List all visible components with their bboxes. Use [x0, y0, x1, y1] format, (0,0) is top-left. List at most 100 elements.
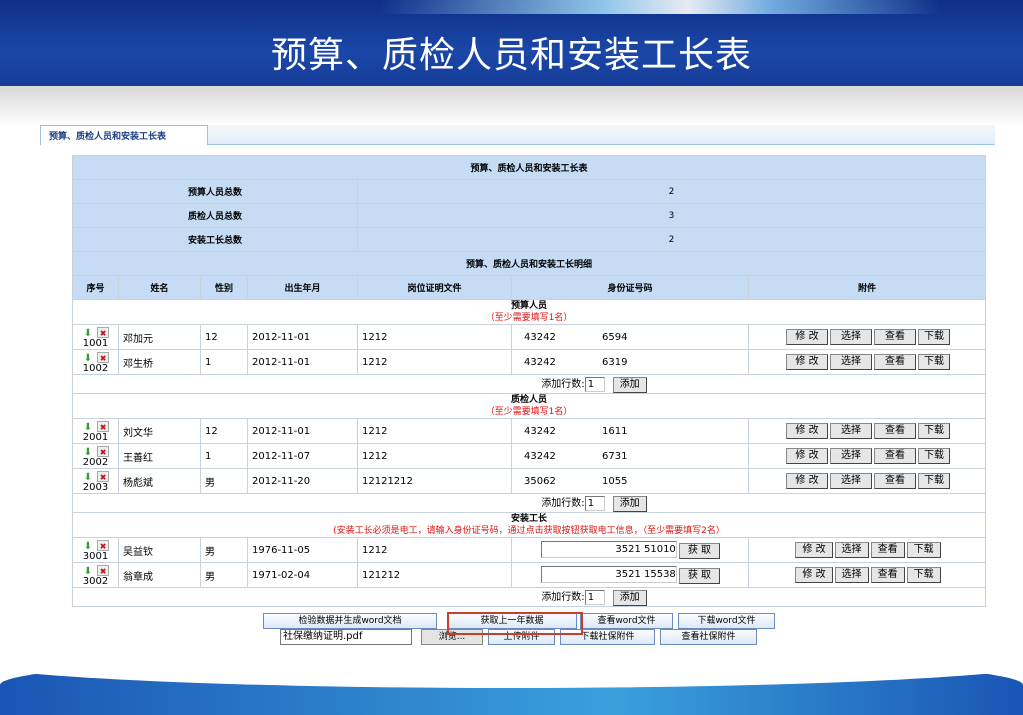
- gender-cell: 男: [200, 468, 248, 494]
- attachment-cell: 修 改选择 查看 下载: [747, 562, 987, 588]
- modify-button[interactable]: 修 改: [786, 354, 828, 370]
- modify-button[interactable]: 修 改: [786, 329, 828, 345]
- section-header: 预算人员 （至少需要填写1名）: [71, 299, 987, 325]
- seq-number: 2001: [82, 431, 109, 443]
- delete-icon[interactable]: ✖: [97, 445, 110, 457]
- view-button[interactable]: 查看: [874, 473, 916, 489]
- gender-cell: 1: [200, 443, 248, 469]
- add-rows-label: 添加行数:: [541, 592, 585, 603]
- birth-cell: 2012-11-01: [247, 324, 358, 350]
- download-button[interactable]: 下载: [918, 423, 950, 439]
- id-prefix: 43242: [524, 450, 556, 462]
- file-input[interactable]: 社保缴纳证明.pdf: [280, 629, 412, 645]
- select-button[interactable]: 选择: [830, 448, 872, 464]
- fetch-button[interactable]: 获 取: [678, 567, 720, 584]
- view-button[interactable]: 查看: [870, 567, 905, 583]
- section-note: （至少需要填写1名）: [485, 407, 573, 417]
- name-cell: 邓生桥: [118, 349, 201, 375]
- delete-icon[interactable]: ✖: [97, 351, 110, 363]
- summary-value: 2: [356, 227, 987, 252]
- column-header: 身份证号码: [511, 275, 749, 300]
- modify-button[interactable]: 修 改: [786, 448, 828, 464]
- cert-cell: 121212: [357, 562, 512, 588]
- view-button[interactable]: 查看: [874, 329, 916, 345]
- id-cell: 3521 15538 获 取: [511, 562, 749, 588]
- modify-button[interactable]: 修 改: [795, 542, 833, 558]
- id-suffix: 1055: [602, 475, 628, 487]
- table-row: ⬇ ✖ 3001 吴益钦 男 1976-11-05 1212 3521 51010…: [72, 537, 987, 563]
- view-button[interactable]: 查看: [874, 354, 916, 370]
- download-button[interactable]: 下载: [906, 542, 941, 558]
- section-title: 质检人员: [511, 395, 548, 405]
- gender-cell: 男: [200, 537, 248, 563]
- gender-cell: 12: [200, 418, 248, 444]
- delete-icon[interactable]: ✖: [97, 420, 110, 432]
- download-word-button[interactable]: 下载word文件: [678, 613, 775, 629]
- add-rows-label: 添加行数:: [541, 379, 585, 390]
- banner-decoration: [380, 0, 940, 14]
- tab-main[interactable]: 预算、质检人员和安装工长表: [40, 125, 208, 145]
- download-button[interactable]: 下载: [918, 354, 950, 370]
- summary-label: 预算人员总数: [72, 179, 358, 204]
- id-cell: 35062 1055: [511, 468, 749, 494]
- select-button[interactable]: 选择: [830, 354, 872, 370]
- add-rows-input[interactable]: 1: [584, 376, 605, 392]
- select-button[interactable]: 选择: [830, 423, 872, 439]
- select-button[interactable]: 选择: [834, 567, 869, 583]
- name-cell: 吴益钦: [118, 537, 201, 563]
- add-rows-input[interactable]: 1: [584, 495, 605, 511]
- cert-cell: 1212: [357, 443, 512, 469]
- select-button[interactable]: 选择: [830, 473, 872, 489]
- seq-cell: ⬇ ✖ 3001: [72, 537, 119, 563]
- column-header: 附件: [747, 275, 987, 300]
- birth-cell: 1976-11-05: [247, 537, 358, 563]
- add-button[interactable]: 添加: [612, 590, 647, 606]
- birth-cell: 1971-02-04: [247, 562, 358, 588]
- select-button[interactable]: 选择: [830, 329, 872, 345]
- tab-bar: 预算、质检人员和安装工长表: [40, 125, 995, 145]
- view-button[interactable]: 查看: [874, 423, 916, 439]
- seq-number: 3002: [82, 575, 109, 587]
- attachment-cell: 修 改选择 查看 下载: [747, 537, 987, 563]
- fetch-button[interactable]: 获 取: [678, 542, 720, 559]
- delete-icon[interactable]: ✖: [97, 470, 110, 482]
- cert-cell: 1212: [357, 418, 512, 444]
- download-button[interactable]: 下载: [918, 329, 950, 345]
- cert-cell: 1212: [357, 324, 512, 350]
- download-button[interactable]: 下载: [918, 448, 950, 464]
- delete-icon[interactable]: ✖: [97, 326, 110, 338]
- seq-cell: ⬇ ✖ 1002: [72, 349, 119, 375]
- select-button[interactable]: 选择: [834, 542, 869, 558]
- view-button[interactable]: 查看: [874, 448, 916, 464]
- section-header: 安装工长 (安装工长必须是电工，请输入身份证号码，通过点击获取按钮获取电工信息，（…: [71, 512, 987, 538]
- download-button[interactable]: 下载: [906, 567, 941, 583]
- generate-word-button[interactable]: 检验数据并生成word文档: [263, 613, 437, 629]
- delete-icon[interactable]: ✖: [97, 539, 110, 551]
- attachment-cell: 修 改选择 查看 下载: [747, 468, 987, 494]
- id-cell: 43242 6319: [511, 349, 749, 375]
- name-cell: 邓加元: [118, 324, 201, 350]
- id-input[interactable]: 3521 15538: [540, 566, 677, 584]
- view-button[interactable]: 查看: [870, 542, 905, 558]
- add-rows-input[interactable]: 1: [584, 589, 605, 605]
- birth-cell: 2012-11-01: [247, 418, 358, 444]
- add-button[interactable]: 添加: [612, 496, 647, 512]
- id-prefix: 43242: [524, 331, 556, 343]
- add-rows-row: 添加行数: 1 添加: [71, 493, 987, 513]
- download-button[interactable]: 下载: [918, 473, 950, 489]
- column-header: 姓名: [118, 275, 201, 300]
- id-suffix: 1611: [602, 425, 628, 437]
- modify-button[interactable]: 修 改: [786, 473, 828, 489]
- add-rows-label: 添加行数:: [541, 498, 585, 509]
- cert-cell: 12121212: [357, 468, 512, 494]
- view-social-security-button[interactable]: 查看社保附件: [660, 629, 757, 645]
- id-prefix: 43242: [524, 356, 556, 368]
- add-button[interactable]: 添加: [612, 377, 647, 393]
- modify-button[interactable]: 修 改: [786, 423, 828, 439]
- view-word-button[interactable]: 查看word文件: [580, 613, 673, 629]
- id-input[interactable]: 3521 51010: [540, 541, 677, 559]
- delete-icon[interactable]: ✖: [97, 564, 110, 576]
- summary-label: 质检人员总数: [72, 203, 358, 228]
- modify-button[interactable]: 修 改: [795, 567, 833, 583]
- seq-number: 2002: [82, 456, 109, 468]
